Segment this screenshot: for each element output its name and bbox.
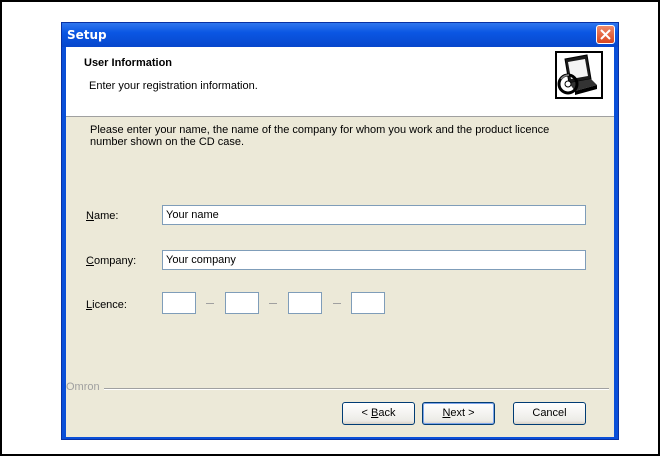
header-title: User Information: [84, 57, 173, 69]
licence-segment-4[interactable]: [351, 292, 385, 314]
company-label: Company:: [86, 255, 137, 267]
close-icon: [600, 29, 611, 40]
group-divider: [104, 388, 609, 390]
setup-window: Setup User Information Enter your regist…: [61, 22, 619, 440]
licence-separator: [269, 303, 277, 304]
back-button[interactable]: < Back: [342, 402, 415, 425]
licence-label: Licence:: [86, 299, 127, 311]
name-input[interactable]: [162, 205, 586, 225]
licence-separator: [333, 303, 341, 304]
header-subtitle: Enter your registration information.: [89, 80, 258, 92]
licence-separator: [206, 303, 214, 304]
computer-cd-icon: [555, 51, 603, 99]
cancel-button[interactable]: Cancel: [513, 402, 586, 425]
dialog-client: User Information Enter your registration…: [66, 47, 614, 437]
dialog-header: User Information Enter your registration…: [66, 47, 614, 117]
next-button[interactable]: Next >: [422, 402, 495, 425]
name-label: Name:: [86, 210, 119, 222]
licence-segment-2[interactable]: [225, 292, 259, 314]
close-button[interactable]: [596, 25, 615, 44]
licence-segment-1[interactable]: [162, 292, 196, 314]
group-label: Omron: [66, 381, 100, 393]
intro-text: Please enter your name, the name of the …: [90, 124, 550, 148]
window-title: Setup: [67, 28, 107, 42]
licence-segment-3[interactable]: [288, 292, 322, 314]
company-input[interactable]: [162, 250, 586, 270]
title-bar[interactable]: Setup: [62, 23, 618, 47]
